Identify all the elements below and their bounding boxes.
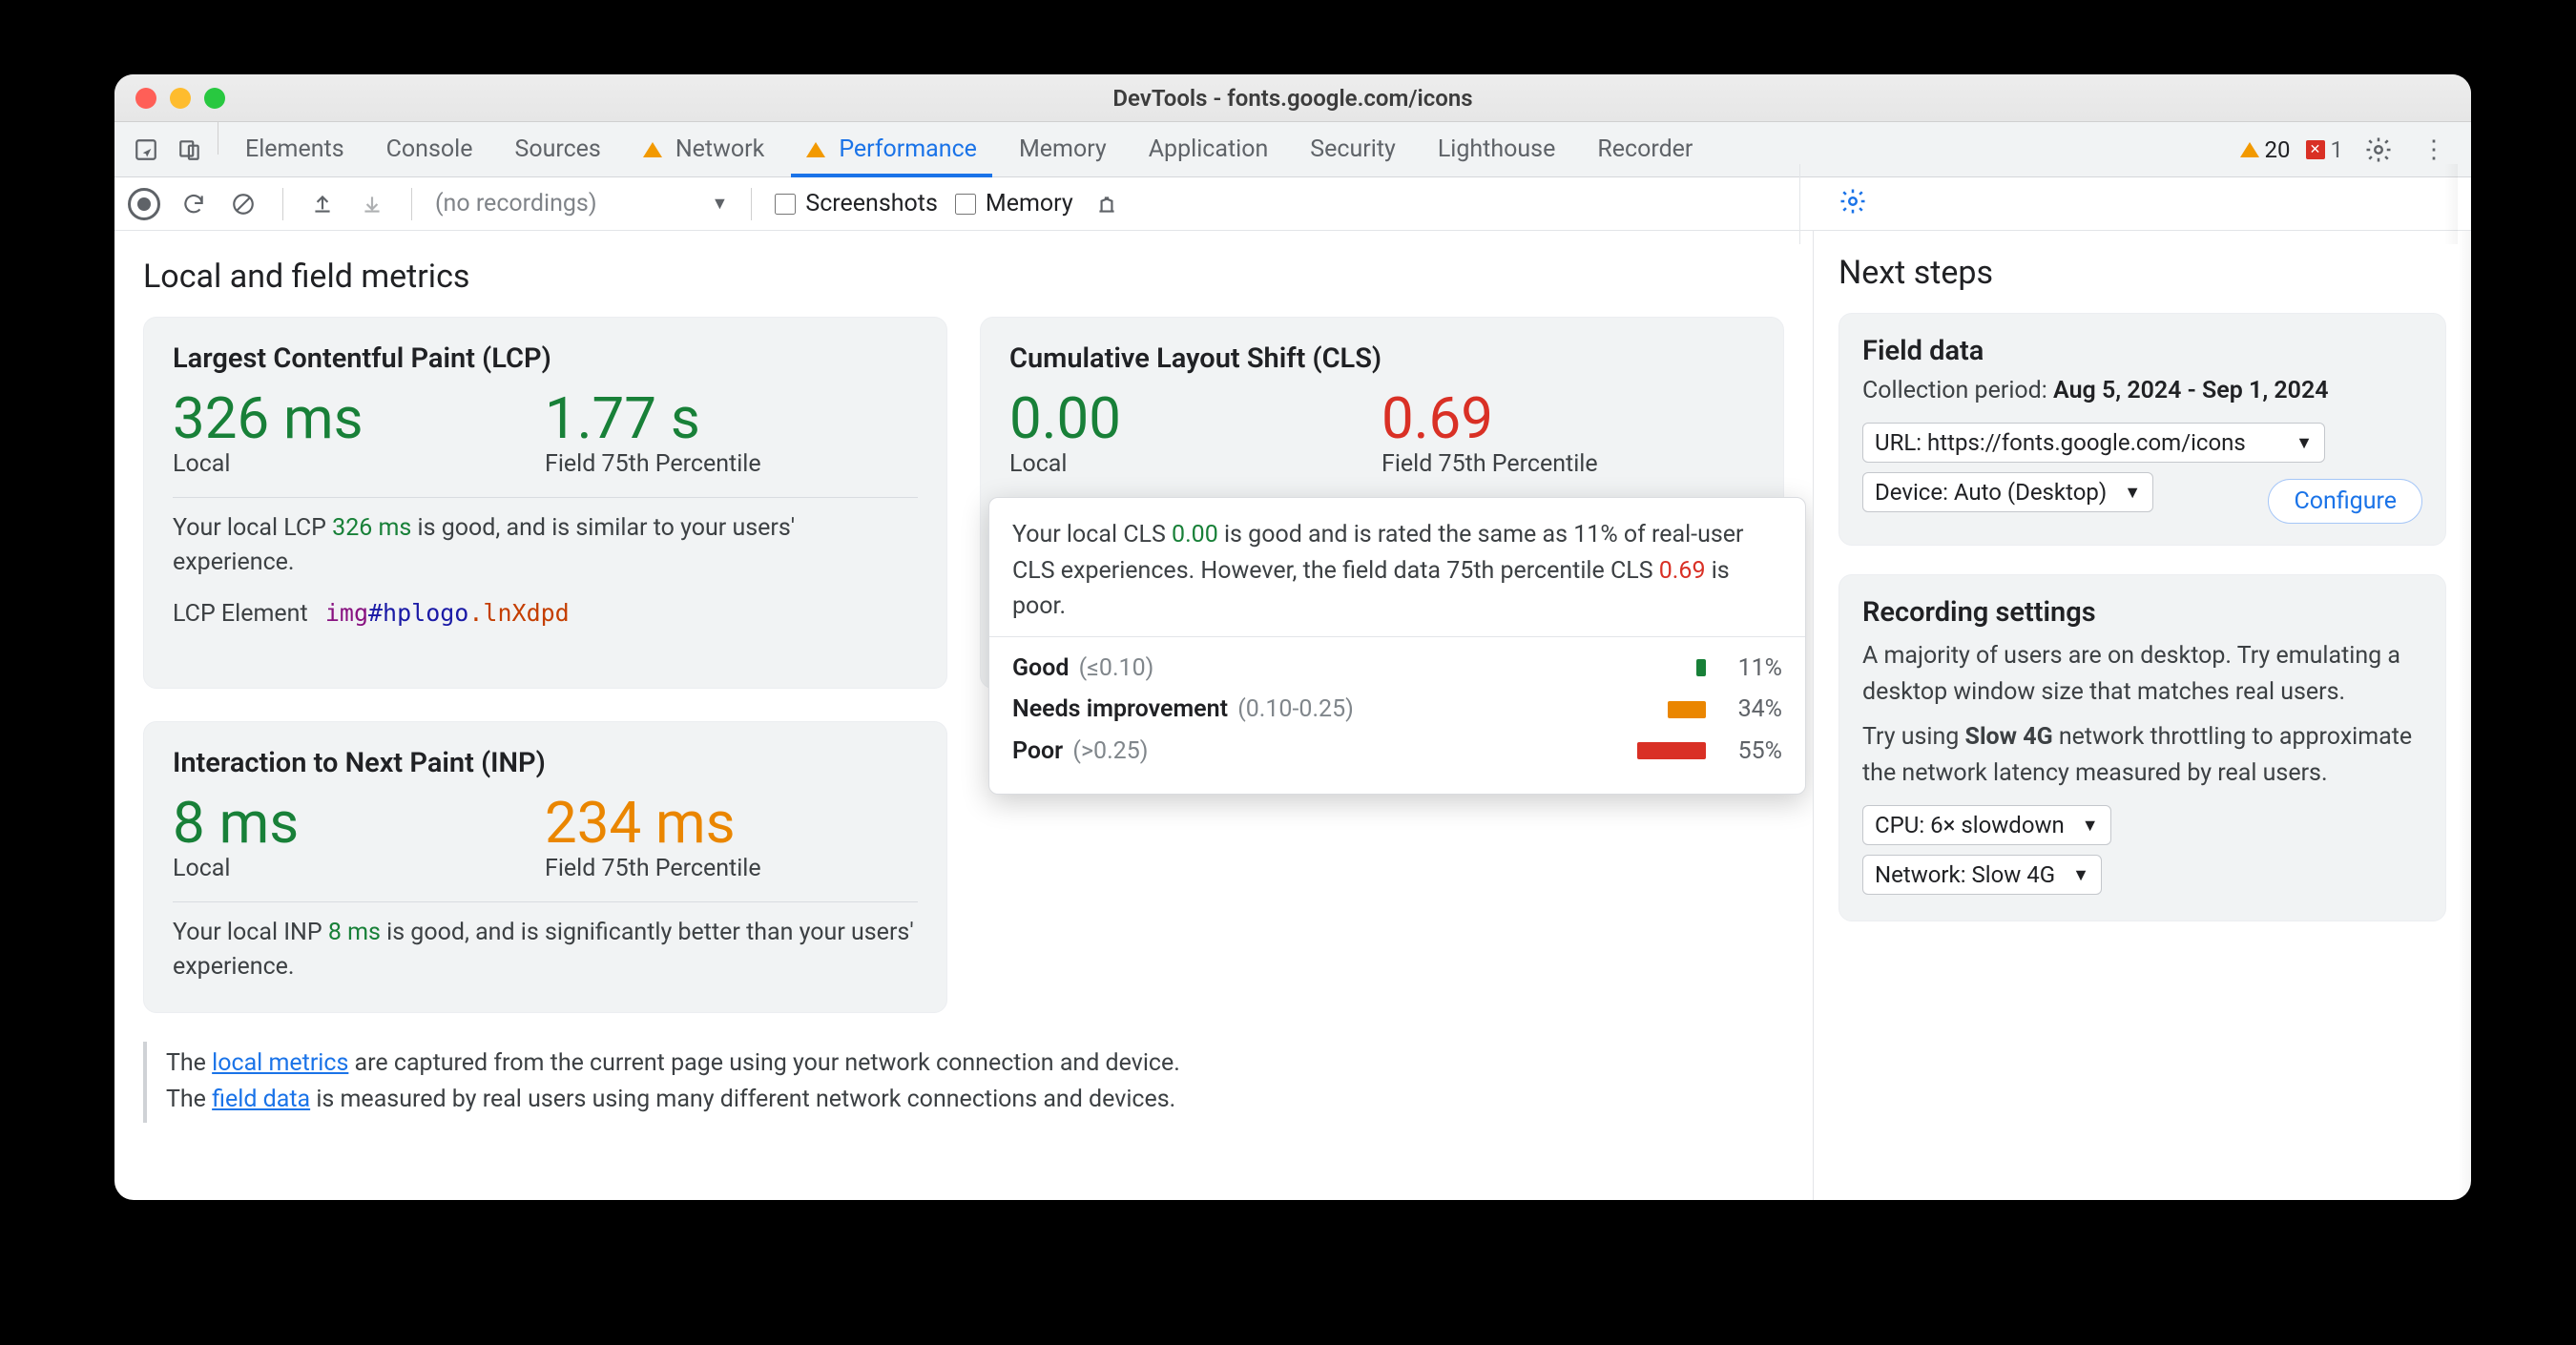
clear-icon[interactable] bbox=[227, 188, 260, 220]
inp-field-value: 234 ms bbox=[545, 793, 761, 853]
recording-settings-card: Recording settings A majority of users a… bbox=[1839, 574, 2446, 921]
next-steps-panel: Next steps Field data Collection period:… bbox=[1813, 231, 2471, 1200]
window-title: DevTools - fonts.google.com/icons bbox=[114, 85, 2471, 112]
chevron-down-icon: ▼ bbox=[2296, 433, 2313, 453]
local-metrics-link[interactable]: local metrics bbox=[212, 1049, 348, 1077]
cls-distribution: Good (≤0.10)11% Needs improvement (0.10-0… bbox=[1012, 651, 1782, 770]
url-select[interactable]: URL: https://fonts.google.com/icons ▼ bbox=[1862, 423, 2325, 463]
lcp-element[interactable]: LCP Element img#hplogo.lnXdpd bbox=[173, 596, 918, 631]
inp-title: Interaction to Next Paint (INP) bbox=[173, 747, 918, 779]
lcp-description: Your local LCP 326 ms is good, and is si… bbox=[173, 511, 918, 581]
configure-button[interactable]: Configure bbox=[2268, 479, 2422, 524]
cls-tooltip-text: Your local CLS 0.00 is good and is rated… bbox=[1012, 517, 1782, 625]
tab-security[interactable]: Security bbox=[1289, 122, 1417, 176]
titlebar: DevTools - fonts.google.com/icons bbox=[114, 74, 2471, 122]
dist-row: Poor (>0.25)55% bbox=[1012, 734, 1782, 770]
cls-tooltip: Your local CLS 0.00 is good and is rated… bbox=[988, 497, 1806, 795]
minimize-icon[interactable] bbox=[170, 88, 191, 109]
record-icon[interactable] bbox=[128, 188, 160, 220]
chevron-down-icon: ▼ bbox=[2124, 483, 2141, 503]
cls-card: Cumulative Layout Shift (CLS) 0.00 Local… bbox=[980, 317, 1784, 689]
screenshots-checkbox[interactable]: Screenshots bbox=[775, 190, 938, 217]
errors-badge: ✕1 bbox=[2306, 136, 2344, 163]
perf-toolbar: (no recordings) ▼ Screenshots Memory bbox=[114, 177, 2471, 231]
tab-recorder[interactable]: Recorder bbox=[1576, 122, 1714, 176]
tab-memory[interactable]: Memory bbox=[998, 122, 1128, 176]
warning-icon bbox=[2240, 142, 2259, 157]
network-select[interactable]: Network: Slow 4G ▼ bbox=[1862, 855, 2102, 895]
reload-icon[interactable] bbox=[177, 188, 210, 220]
inspect-icon[interactable] bbox=[124, 122, 168, 176]
chevron-down-icon: ▼ bbox=[2072, 865, 2089, 885]
metrics-note: The local metrics are captured from the … bbox=[143, 1042, 1784, 1124]
device-toggle-icon[interactable] bbox=[168, 122, 212, 176]
fullscreen-icon[interactable] bbox=[204, 88, 225, 109]
cpu-select[interactable]: CPU: 6× slowdown ▼ bbox=[1862, 805, 2111, 845]
metrics-panel: Local and field metrics Largest Contentf… bbox=[114, 231, 1813, 1200]
cls-field-value: 0.69 bbox=[1381, 388, 1598, 448]
tab-elements[interactable]: Elements bbox=[224, 122, 365, 176]
download-icon[interactable] bbox=[356, 188, 388, 220]
lcp-field-value: 1.77 s bbox=[545, 388, 761, 448]
lcp-title: Largest Contentful Paint (LCP) bbox=[173, 342, 918, 375]
metrics-title: Local and field metrics bbox=[143, 258, 1784, 296]
lcp-card: Largest Contentful Paint (LCP) 326 ms Lo… bbox=[143, 317, 947, 689]
error-icon: ✕ bbox=[2306, 140, 2325, 159]
tab-application[interactable]: Application bbox=[1128, 122, 1290, 176]
inp-description: Your local INP 8 ms is good, and is sign… bbox=[173, 916, 918, 985]
inp-local-value: 8 ms bbox=[173, 793, 507, 853]
dist-row: Needs improvement (0.10-0.25)34% bbox=[1012, 692, 1782, 728]
field-data-card: Field data Collection period: Aug 5, 202… bbox=[1839, 313, 2446, 546]
panel-settings-icon[interactable] bbox=[1825, 187, 1880, 216]
warnings-badge: 20 bbox=[2240, 136, 2291, 163]
tab-network[interactable]: Network bbox=[622, 122, 785, 176]
garbage-collect-icon[interactable] bbox=[1091, 188, 1123, 220]
tab-performance[interactable]: Performance bbox=[785, 122, 998, 176]
recording-settings-title: Recording settings bbox=[1862, 596, 2422, 629]
memory-checkbox[interactable]: Memory bbox=[955, 190, 1073, 217]
close-icon[interactable] bbox=[135, 88, 156, 109]
inp-card: Interaction to Next Paint (INP) 8 ms Loc… bbox=[143, 721, 947, 1013]
tab-console[interactable]: Console bbox=[365, 122, 494, 176]
dist-row: Good (≤0.10)11% bbox=[1012, 651, 1782, 687]
devtools-window: DevTools - fonts.google.com/icons Elemen… bbox=[114, 74, 2471, 1200]
tab-lighthouse[interactable]: Lighthouse bbox=[1417, 122, 1577, 176]
cls-title: Cumulative Layout Shift (CLS) bbox=[1009, 342, 1755, 375]
collection-period: Collection period: Aug 5, 2024 - Sep 1, … bbox=[1862, 377, 2422, 404]
main-content: Local and field metrics Largest Contentf… bbox=[114, 231, 2471, 1200]
lcp-local-value: 326 ms bbox=[173, 388, 507, 448]
recordings-select[interactable]: (no recordings) ▼ bbox=[435, 190, 728, 217]
upload-icon[interactable] bbox=[306, 188, 339, 220]
chevron-down-icon: ▼ bbox=[712, 194, 729, 214]
next-steps-title: Next steps bbox=[1839, 254, 2446, 292]
tab-sources[interactable]: Sources bbox=[493, 122, 621, 176]
chevron-down-icon: ▼ bbox=[2082, 816, 2099, 836]
field-data-link[interactable]: field data bbox=[212, 1086, 310, 1113]
device-select[interactable]: Device: Auto (Desktop) ▼ bbox=[1862, 472, 2153, 512]
cls-local-value: 0.00 bbox=[1009, 388, 1343, 448]
field-data-title: Field data bbox=[1862, 335, 2422, 367]
traffic-lights bbox=[114, 88, 225, 109]
